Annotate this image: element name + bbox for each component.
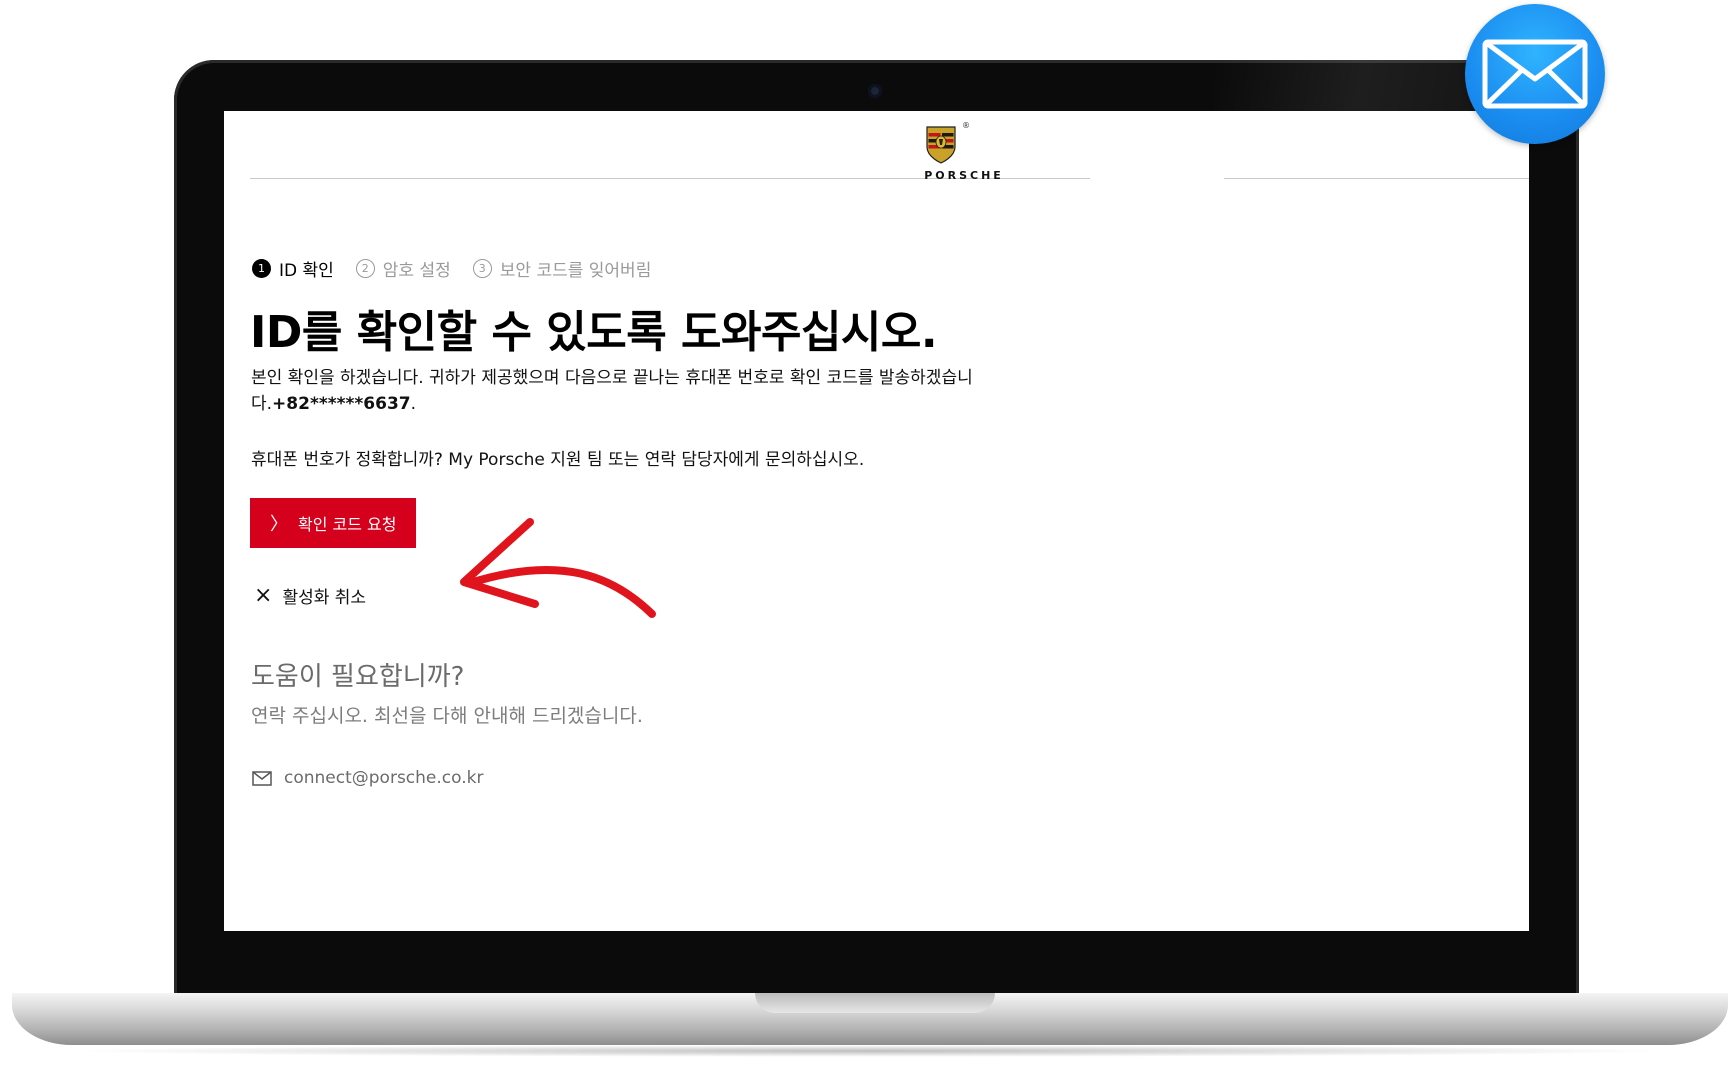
envelope-icon — [1482, 39, 1588, 109]
mail-app-icon — [1465, 4, 1605, 144]
annotation-arrow — [460, 518, 656, 618]
